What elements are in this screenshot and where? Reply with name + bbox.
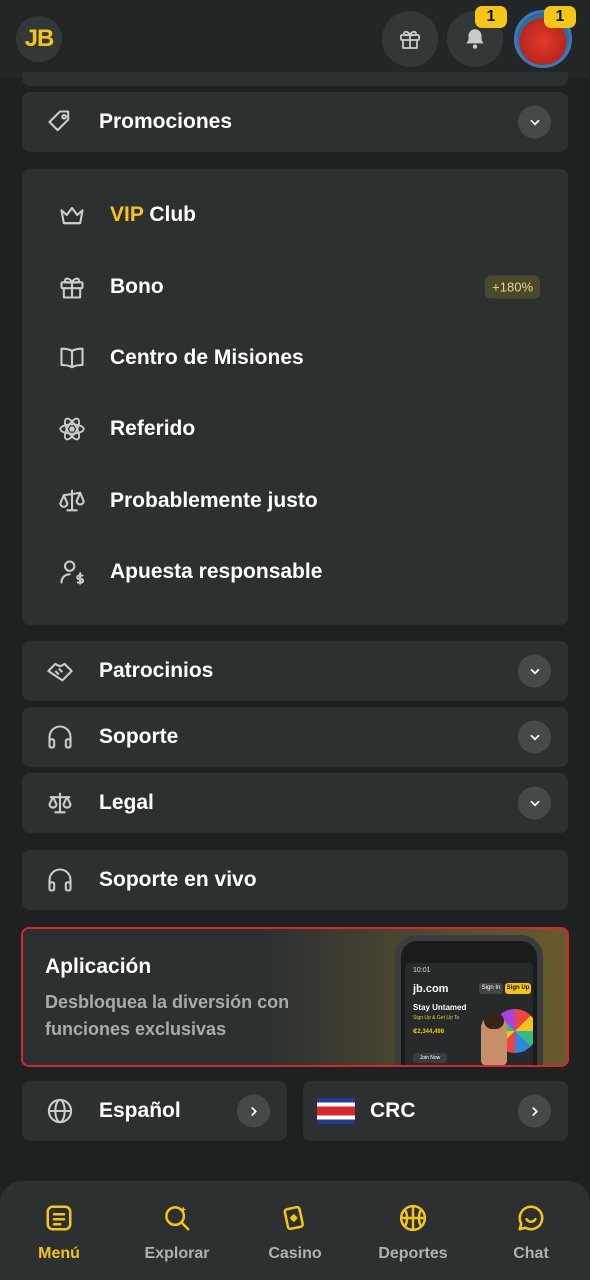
language-arrow-button[interactable] — [237, 1094, 270, 1128]
chevron-right-icon — [531, 1106, 538, 1116]
previous-card-edge — [22, 72, 568, 86]
legal-section[interactable]: Legal — [22, 773, 568, 833]
patrocinios-expand-button[interactable] — [518, 654, 551, 688]
soporte-section[interactable]: Soporte — [22, 707, 568, 767]
nav-chat-label: Chat — [513, 1245, 549, 1262]
nav-casino[interactable]: Casino — [236, 1181, 354, 1280]
phone-screen: 10:01 jb.com Sign In Sign Up Stay Untame… — [405, 963, 533, 1065]
phone-amount: ₡2,344,498 — [413, 1029, 445, 1035]
top-header: JB 1 1 — [0, 0, 590, 78]
headphones-icon — [48, 725, 72, 749]
soporte-expand-button[interactable] — [518, 720, 551, 754]
handshake-icon — [47, 662, 73, 682]
phone-mockup: 10:01 jb.com Sign In Sign Up Stay Untame… — [395, 935, 543, 1065]
nav-explorar-label: Explorar — [144, 1245, 210, 1262]
menu-item-bono[interactable]: Bono +180% — [22, 257, 568, 317]
menu-item-apuesta-responsable[interactable]: Apuesta responsable — [22, 542, 568, 602]
phone-join: Join Now — [413, 1053, 447, 1063]
app-banner-title: Aplicación — [45, 955, 152, 978]
currency-label: CRC — [370, 1099, 416, 1122]
phone-sign-up: Sign Up — [505, 983, 531, 994]
crown-icon — [60, 206, 84, 225]
user-dollar-icon — [60, 560, 85, 585]
vip-club-label: VIP Club — [110, 203, 196, 226]
book-icon — [60, 347, 84, 369]
nav-casino-label: Casino — [268, 1245, 322, 1262]
promociones-label: Promociones — [99, 110, 233, 133]
currency-arrow-button[interactable] — [518, 1094, 551, 1128]
phone-promo: Sign Up & Get Up To — [413, 1015, 460, 1021]
menu-list: VIP Club Bono +180% Centro de Misiones R… — [22, 169, 568, 625]
phone-time: 10:01 — [413, 967, 431, 974]
scale-icon — [59, 489, 85, 512]
phone-sign-in: Sign In — [479, 983, 503, 994]
chevron-right-icon — [250, 1106, 257, 1116]
nav-menu-label: Menú — [38, 1245, 80, 1262]
basketball-icon — [399, 1204, 427, 1232]
menu-list-icon — [46, 1205, 72, 1231]
search-sparkle-icon — [165, 1206, 190, 1231]
gift-icon — [60, 277, 84, 299]
phone-headline: Stay Untamed — [413, 1003, 467, 1012]
menu-item-referido[interactable]: Referido — [22, 399, 568, 459]
menu-item-centro-de-misiones[interactable]: Centro de Misiones — [22, 328, 568, 388]
patrocinios-label: Patrocinios — [99, 659, 214, 682]
phone-logo: jb.com — [413, 983, 449, 995]
soporte-label: Soporte — [99, 725, 179, 748]
chevron-down-icon — [530, 668, 539, 674]
chevron-down-icon — [530, 800, 539, 806]
app-download-banner[interactable]: Aplicación Desbloquea la diversión con f… — [21, 927, 569, 1067]
menu-item-vip-club[interactable]: VIP Club — [22, 185, 568, 245]
notifications-badge: 1 — [475, 6, 507, 28]
probablemente-justo-label: Probablemente justo — [110, 489, 318, 512]
centro-misiones-label: Centro de Misiones — [110, 346, 304, 369]
bottom-navigation: Menú Explorar Casino Deportes Chat — [0, 1181, 590, 1280]
gift-icon — [400, 30, 420, 49]
balance-icon — [48, 792, 72, 814]
patrocinios-section[interactable]: Patrocinios — [22, 641, 568, 701]
legal-expand-button[interactable] — [518, 786, 551, 820]
app-banner-subtitle: Desbloquea la diversión con funciones ex… — [45, 992, 290, 1039]
nav-explorar[interactable]: Explorar — [118, 1181, 236, 1280]
soporte-en-vivo-button[interactable]: Soporte en vivo — [22, 850, 568, 910]
chevron-down-icon — [530, 119, 539, 125]
avatar-badge: 1 — [544, 6, 576, 28]
nav-deportes[interactable]: Deportes — [354, 1181, 472, 1280]
nav-menu[interactable]: Menú — [0, 1181, 118, 1280]
promociones-section[interactable]: Promociones — [22, 92, 568, 152]
apuesta-responsable-label: Apuesta responsable — [110, 560, 323, 583]
soporte-en-vivo-label: Soporte en vivo — [99, 868, 257, 891]
bono-label: Bono — [110, 275, 164, 298]
language-label: Español — [99, 1099, 181, 1122]
costa-rica-flag-icon — [317, 1098, 355, 1124]
globe-icon — [47, 1098, 73, 1124]
chat-bubble-icon — [518, 1205, 544, 1231]
currency-selector[interactable]: CRC — [303, 1081, 568, 1141]
tag-icon — [48, 110, 70, 132]
promociones-expand-button[interactable] — [518, 105, 551, 139]
menu-item-probablemente-justo[interactable]: Probablemente justo — [22, 471, 568, 531]
atom-icon — [59, 417, 85, 441]
jb-logo[interactable]: JB — [16, 16, 62, 62]
nav-chat[interactable]: Chat — [472, 1181, 590, 1280]
language-selector[interactable]: Español — [22, 1081, 287, 1141]
nav-deportes-label: Deportes — [378, 1245, 448, 1262]
cards-icon — [283, 1205, 304, 1231]
bell-icon — [466, 29, 484, 49]
referido-label: Referido — [110, 417, 196, 440]
dealer-image — [481, 1013, 507, 1065]
bono-badge: +180% — [485, 275, 540, 299]
gift-button[interactable] — [382, 11, 438, 67]
chevron-down-icon — [530, 734, 539, 740]
legal-label: Legal — [99, 791, 154, 814]
headphones-icon — [48, 868, 72, 892]
